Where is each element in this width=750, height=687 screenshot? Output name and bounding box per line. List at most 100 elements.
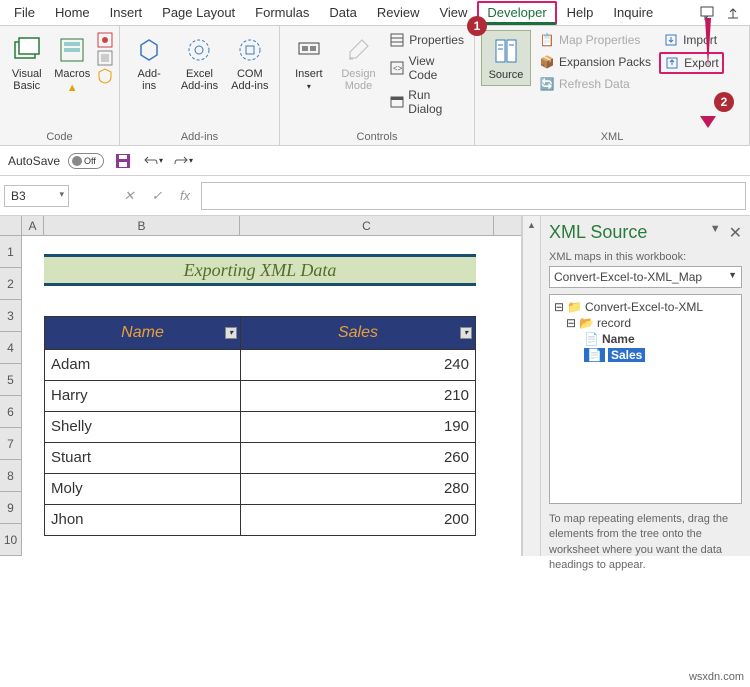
row-header-8[interactable]: 8 (0, 460, 22, 492)
formula-bar[interactable] (201, 182, 746, 210)
table-row[interactable]: Adam240 (45, 349, 475, 380)
table-row[interactable]: Harry210 (45, 380, 475, 411)
cell-sales[interactable]: 240 (241, 350, 475, 380)
row-header-10[interactable]: 10 (0, 524, 22, 556)
cell-name[interactable]: Stuart (45, 443, 241, 473)
tab-pagelayout[interactable]: Page Layout (152, 1, 245, 24)
record-macro-icon[interactable] (97, 32, 113, 48)
macros-label: Macros (54, 68, 90, 80)
map-properties-button[interactable]: 📋Map Properties (535, 30, 655, 50)
use-relative-icon[interactable] (97, 50, 113, 66)
tree-record-label: record (597, 316, 631, 330)
tree-sales[interactable]: 📄Sales (584, 347, 737, 363)
tree-name-label: Name (602, 332, 635, 346)
cell-name[interactable]: Jhon (45, 505, 241, 535)
excel-addins-button[interactable]: Excel Add-ins (176, 30, 222, 96)
expansion-packs-button[interactable]: 📦Expansion Packs (535, 52, 655, 72)
export-button[interactable]: Export (659, 52, 724, 74)
save-button[interactable] (112, 150, 134, 172)
row-header-9[interactable]: 9 (0, 492, 22, 524)
run-dialog-button[interactable]: Run Dialog (385, 86, 468, 118)
tab-data[interactable]: Data (319, 1, 366, 24)
cell-name[interactable]: Moly (45, 474, 241, 504)
close-icon[interactable]: ✕ (729, 223, 742, 243)
vertical-scrollbar[interactable]: ▲ (522, 216, 540, 556)
com-addins-button[interactable]: COM Add-ins (227, 30, 273, 96)
tab-inquire[interactable]: Inquire (603, 1, 663, 24)
tree-root[interactable]: ⊟📁Convert-Excel-to-XML (554, 299, 737, 315)
row-header-7[interactable]: 7 (0, 428, 22, 460)
cell-name[interactable]: Adam (45, 350, 241, 380)
import-button[interactable]: Import (659, 30, 724, 50)
tab-developer[interactable]: Developer (477, 1, 556, 25)
cell-sales[interactable]: 190 (241, 412, 475, 442)
scroll-up-icon[interactable]: ▲ (523, 216, 540, 234)
tab-insert[interactable]: Insert (100, 1, 153, 24)
share-icon[interactable] (720, 2, 746, 24)
col-header-c[interactable]: C (240, 216, 494, 235)
source-button[interactable]: Source (481, 30, 531, 86)
design-mode-icon (342, 34, 374, 66)
row-header-6[interactable]: 6 (0, 396, 22, 428)
row-header-1[interactable]: 1 (0, 236, 22, 268)
cell-sales[interactable]: 200 (241, 505, 475, 535)
warning-icon: ▲ (67, 82, 78, 94)
redo-button[interactable]: ▾ (172, 150, 194, 172)
filter-dropdown-icon[interactable]: ▾ (225, 327, 237, 339)
cancel-icon[interactable]: ✕ (117, 188, 141, 204)
tab-formulas[interactable]: Formulas (245, 1, 319, 24)
row-header-3[interactable]: 3 (0, 300, 22, 332)
row-header-4[interactable]: 4 (0, 332, 22, 364)
table-row[interactable]: Shelly190 (45, 411, 475, 442)
table-row[interactable]: Moly280 (45, 473, 475, 504)
tree-record[interactable]: ⊟📂record (566, 315, 737, 331)
collapse-icon[interactable]: ⊟ (554, 300, 564, 314)
name-box[interactable]: B3 (4, 185, 69, 207)
visual-basic-button[interactable]: Visual Basic (6, 30, 48, 96)
tab-review[interactable]: Review (367, 1, 430, 24)
insert-control-button[interactable]: Insert ▾ (286, 30, 332, 95)
worksheet-grid[interactable]: A B C 1 2 3 4 5 6 7 8 9 10 Exporting XML… (0, 216, 522, 556)
refresh-data-button[interactable]: 🔄Refresh Data (535, 74, 655, 94)
row-header-5[interactable]: 5 (0, 364, 22, 396)
tab-help[interactable]: Help (557, 1, 604, 24)
design-mode-label: Design Mode (341, 68, 375, 92)
autosave-toggle[interactable]: Off (68, 153, 104, 169)
macros-button[interactable]: Macros ▲ (52, 30, 94, 98)
tab-home[interactable]: Home (45, 1, 100, 24)
tab-file[interactable]: File (4, 1, 45, 24)
tree-name[interactable]: 📄Name (584, 331, 737, 347)
import-label: Import (683, 33, 717, 47)
cells-area[interactable]: Exporting XML Data Name▾ Sales▾ Adam240 … (22, 236, 521, 556)
enter-icon[interactable]: ✓ (145, 188, 169, 204)
pane-dropdown-icon[interactable]: ▼ (710, 223, 721, 243)
cell-sales[interactable]: 280 (241, 474, 475, 504)
run-dialog-icon (389, 94, 404, 110)
header-sales[interactable]: Sales▾ (241, 317, 475, 349)
cell-name[interactable]: Harry (45, 381, 241, 411)
col-header-a[interactable]: A (22, 216, 44, 235)
table-row[interactable]: Stuart260 (45, 442, 475, 473)
title-cell[interactable]: Exporting XML Data (44, 254, 476, 286)
macro-security-icon[interactable] (97, 68, 113, 84)
cell-sales[interactable]: 210 (241, 381, 475, 411)
header-name[interactable]: Name▾ (45, 317, 241, 349)
cell-name[interactable]: Shelly (45, 412, 241, 442)
map-properties-icon: 📋 (539, 32, 555, 48)
com-addins-label: COM Add-ins (231, 68, 268, 92)
table-row[interactable]: Jhon200 (45, 504, 475, 535)
col-header-b[interactable]: B (44, 216, 240, 235)
filter-dropdown-icon[interactable]: ▾ (460, 327, 472, 339)
fx-icon[interactable]: fx (173, 188, 197, 203)
design-mode-button[interactable]: Design Mode (336, 30, 382, 96)
row-header-2[interactable]: 2 (0, 268, 22, 300)
cell-sales[interactable]: 260 (241, 443, 475, 473)
properties-button[interactable]: Properties (385, 30, 468, 50)
undo-button[interactable]: ▾ (142, 150, 164, 172)
xml-map-select[interactable]: Convert-Excel-to-XML_Map▼ (549, 266, 742, 288)
view-code-button[interactable]: <>View Code (385, 52, 468, 84)
select-all-corner[interactable] (0, 216, 22, 235)
xml-tree[interactable]: ⊟📁Convert-Excel-to-XML ⊟📂record 📄Name 📄S… (549, 294, 742, 504)
collapse-icon[interactable]: ⊟ (566, 316, 576, 330)
addins-button[interactable]: Add- ins (126, 30, 172, 96)
